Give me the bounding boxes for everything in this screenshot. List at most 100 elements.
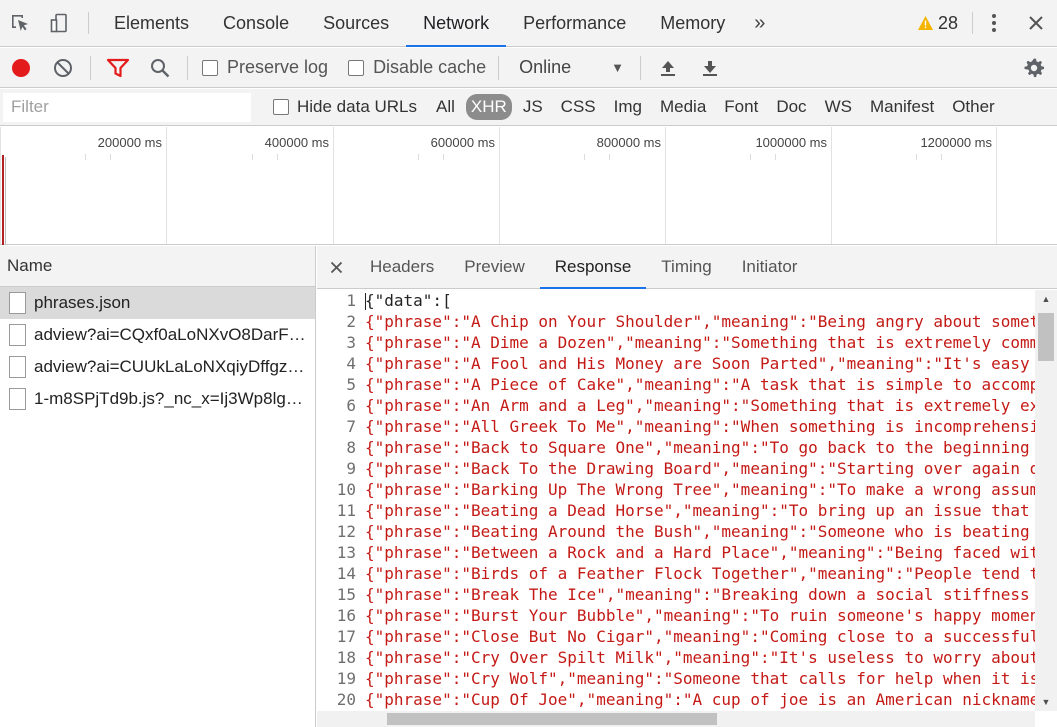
request-rows: phrases.json adview?ai=CQxf0aLoNXvO8DarFk… <box>0 287 315 415</box>
line-number: 12 <box>336 522 356 541</box>
code-line: 6 {"phrase":"An Arm and a Leg","meaning":… <box>317 395 1035 416</box>
filter-type-all[interactable]: All <box>427 94 464 120</box>
throttling-select[interactable]: Online ▼ <box>519 57 624 78</box>
code-text: {"phrase":"Back To the Drawing Board","m… <box>365 459 1035 478</box>
details-tabs: Headers Preview Response Timing Initiator <box>317 246 1057 289</box>
tab-console[interactable]: Console <box>206 0 306 46</box>
response-body[interactable]: 1 {"data":[2 {"phrase":"A Chip on Your Sho… <box>317 290 1035 711</box>
tab-network[interactable]: Network <box>406 0 507 47</box>
horizontal-scrollbar[interactable] <box>317 711 1035 727</box>
preserve-log-checkbox[interactable]: Preserve log <box>202 57 328 78</box>
code-text: {"phrase":"Between a Rock and a Hard Pla… <box>365 543 1035 562</box>
customize-menu-icon[interactable] <box>973 0 1015 46</box>
clear-button[interactable] <box>42 48 84 88</box>
network-overview[interactable]: 200000 ms 400000 ms 600000 ms 800000 ms 1000… <box>0 127 1057 245</box>
divider <box>498 55 500 80</box>
network-toolbar: Preserve log Disable cache Online ▼ <box>0 48 1057 88</box>
tab-sources[interactable]: Sources <box>306 0 406 46</box>
device-toolbar-icon[interactable] <box>40 0 80 46</box>
filter-type-other[interactable]: Other <box>943 94 1004 120</box>
checkbox-box[interactable] <box>273 99 289 115</box>
preserve-log-label: Preserve log <box>227 57 329 77</box>
grid-line <box>996 127 997 244</box>
export-har-button[interactable] <box>689 48 731 88</box>
request-name: 1-m8SPjTd9b.js?_nc_x=Ij3Wp8lg5Kz <box>34 389 309 408</box>
network-settings-button[interactable] <box>1011 48 1057 88</box>
line-number: 19 <box>336 669 356 688</box>
hide-data-urls-checkbox[interactable]: Hide data URLs <box>273 97 417 117</box>
tab-headers[interactable]: Headers <box>355 246 449 288</box>
record-icon <box>12 58 30 77</box>
scroll-down-icon[interactable]: ▼ <box>1035 693 1057 711</box>
search-icon <box>151 58 170 77</box>
request-row[interactable]: phrases.json <box>0 287 315 319</box>
code-line: 1 {"data":[ <box>317 290 1035 311</box>
line-number: 13 <box>336 543 356 562</box>
vertical-scrollbar[interactable]: ▲ ▼ <box>1035 290 1057 711</box>
filter-type-js[interactable]: JS <box>514 94 552 120</box>
tab-timing[interactable]: Timing <box>646 246 726 288</box>
warning-counter[interactable]: 28 <box>903 0 972 46</box>
import-har-button[interactable] <box>647 48 689 88</box>
filter-input[interactable] <box>3 92 251 122</box>
tab-preview[interactable]: Preview <box>449 246 539 288</box>
filter-type-manifest[interactable]: Manifest <box>861 94 943 120</box>
file-icon <box>9 292 26 314</box>
text-cursor <box>365 293 366 310</box>
request-row[interactable]: adview?ai=CUUkLaLoNXqiyDffgzQ... <box>0 351 315 383</box>
scrollbar-thumb[interactable] <box>1038 313 1054 361</box>
checkbox-box[interactable] <box>348 59 365 76</box>
tab-initiator[interactable]: Initiator <box>727 246 813 288</box>
inspect-element-icon[interactable] <box>0 0 40 46</box>
filter-type-xhr[interactable]: XHR <box>465 94 512 120</box>
grid-line <box>166 127 167 244</box>
divider <box>90 55 91 80</box>
warning-count: 28 <box>937 12 958 33</box>
upload-icon <box>661 60 676 76</box>
tab-memory[interactable]: Memory <box>643 0 742 46</box>
close-devtools-icon[interactable] <box>1015 0 1057 46</box>
code-line: 18 {"phrase":"Cry Over Spilt Milk","meani… <box>317 647 1035 668</box>
filter-type-img[interactable]: Img <box>605 94 651 120</box>
filter-toggle-button[interactable] <box>97 48 139 88</box>
code-text: {"phrase":"Cup Of Joe","meaning":"A cup … <box>365 690 1035 709</box>
line-number: 15 <box>336 585 356 604</box>
tab-elements[interactable]: Elements <box>97 0 206 46</box>
code-text: {"data":[ <box>365 291 452 310</box>
file-icon <box>9 388 26 410</box>
filter-type-css[interactable]: CSS <box>552 94 605 120</box>
filter-type-font[interactable]: Font <box>715 94 767 120</box>
close-details-icon[interactable] <box>317 246 355 288</box>
disable-cache-checkbox[interactable]: Disable cache <box>348 57 486 78</box>
filter-type-ws[interactable]: WS <box>816 94 861 120</box>
line-number: 17 <box>336 627 356 646</box>
file-icon <box>9 356 26 378</box>
resource-type-filters: All XHR JS CSS Img Media Font Doc WS Manifest Othe… <box>427 94 1004 120</box>
code-line: 19 {"phrase":"Cry Wolf","meaning":"Someon… <box>317 668 1035 689</box>
time-tick-label: 1000000 ms <box>755 135 827 150</box>
filter-type-media[interactable]: Media <box>651 94 715 120</box>
scrollbar-thumb[interactable] <box>387 713 717 725</box>
search-button[interactable] <box>139 48 181 88</box>
funnel-icon <box>106 58 130 77</box>
divider <box>88 12 89 34</box>
code-text: {"phrase":"Cry Wolf","meaning":"Someone … <box>365 669 1035 688</box>
request-row[interactable]: 1-m8SPjTd9b.js?_nc_x=Ij3Wp8lg5Kz <box>0 383 315 415</box>
warning-icon <box>917 16 933 30</box>
request-row[interactable]: adview?ai=CQxf0aLoNXvO8DarFkw... <box>0 319 315 351</box>
divider <box>187 55 188 80</box>
scroll-up-icon[interactable]: ▲ <box>1035 290 1057 308</box>
disable-cache-label: Disable cache <box>373 57 487 77</box>
record-button[interactable] <box>0 48 42 88</box>
code-text: {"phrase":"A Chip on Your Shoulder","mea… <box>365 312 1035 331</box>
code-text: {"phrase":"Back to Square One","meaning"… <box>365 438 1030 457</box>
checkbox-box[interactable] <box>202 59 218 76</box>
tick-mark <box>775 154 776 160</box>
filter-type-doc[interactable]: Doc <box>767 94 815 120</box>
more-tabs-icon[interactable]: » <box>742 0 774 46</box>
name-column-header[interactable]: Name <box>0 246 315 287</box>
tab-performance[interactable]: Performance <box>506 0 643 46</box>
line-number: 10 <box>336 480 356 499</box>
tab-response[interactable]: Response <box>539 246 647 289</box>
request-name: adview?ai=CUUkLaLoNXqiyDffgzQ... <box>34 357 309 376</box>
